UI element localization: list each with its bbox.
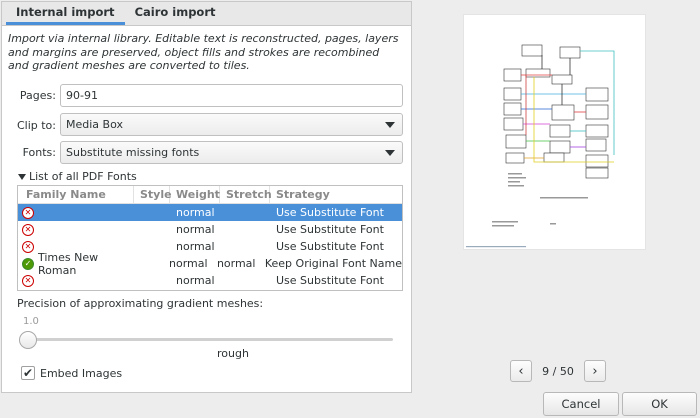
pdf-fonts-expander[interactable]: List of all PDF Fonts [18, 170, 137, 183]
column-header-style[interactable]: Style [134, 186, 172, 203]
pdf-fonts-expander-label: List of all PDF Fonts [29, 170, 137, 183]
fonts-label: Fonts: [22, 146, 56, 159]
precision-value: 1.0 [23, 316, 39, 327]
fonts-strategy-combo[interactable]: Substitute missing fonts [60, 141, 403, 164]
pdf-fonts-table: Family Name Style Weight Stretch Strateg… [17, 185, 403, 291]
font-weight-cell: normal [176, 206, 215, 219]
font-strategy-cell: Use Substitute Font [276, 274, 384, 287]
dropdown-arrow-icon [385, 122, 395, 128]
error-circle-icon: ✕ [22, 274, 34, 287]
font-weight-cell: normal [176, 223, 215, 236]
font-stretch-cell: normal [216, 257, 256, 270]
error-circle-icon: ✕ [22, 206, 34, 219]
clip-to-combo[interactable]: Media Box [60, 113, 403, 136]
pages-input[interactable]: 90-91 [60, 84, 403, 107]
page-indicator: 9 / 50 [542, 364, 574, 378]
font-strategy-cell: Use Substitute Font [276, 240, 384, 253]
clip-to-label: Clip to: [16, 119, 56, 132]
font-strategy-cell: Use Substitute Font [276, 206, 384, 219]
ok-button[interactable]: OK [622, 392, 697, 416]
tab-cairo-import[interactable]: Cairo import [125, 1, 226, 25]
font-weight-cell: normal [169, 257, 208, 270]
cancel-button[interactable]: Cancel [543, 392, 619, 416]
error-circle-icon: ✕ [22, 223, 34, 236]
fonts-strategy-value: Substitute missing fonts [66, 146, 200, 159]
precision-label: Precision of approximating gradient mesh… [17, 297, 264, 310]
import-tabs: Internal import Cairo import [2, 2, 411, 26]
font-weight-cell: normal [176, 274, 215, 287]
pages-label: Pages: [19, 89, 56, 102]
precision-slider-handle[interactable] [19, 331, 37, 349]
import-description: Import via internal library. Editable te… [8, 32, 399, 72]
checkmark-circle-icon: ✓ [22, 257, 34, 270]
page-pager: ‹ 9 / 50 › [510, 360, 606, 382]
checkmark-icon[interactable]: ✔ [21, 366, 35, 380]
font-strategy-cell: Keep Original Font Name [264, 257, 402, 270]
expander-triangle-icon [18, 173, 26, 180]
precision-slider-trough[interactable] [27, 338, 393, 341]
column-header-weight[interactable]: Weight [170, 186, 220, 203]
column-header-strategy[interactable]: Strategy [270, 186, 402, 203]
tab-internal-import[interactable]: Internal import [6, 1, 125, 25]
font-weight-cell: normal [176, 240, 215, 253]
chevron-left-icon[interactable]: ‹ [510, 360, 532, 382]
dropdown-arrow-icon [385, 150, 395, 156]
clip-to-value: Media Box [66, 118, 123, 131]
font-family-cell: Times New Roman [38, 250, 99, 277]
embed-images-label: Embed Images [40, 366, 123, 380]
table-row[interactable]: ✕ normal Use Substitute Font [18, 272, 402, 289]
precision-mark-rough: rough [217, 347, 249, 360]
table-header: Family Name Style Weight Stretch Strateg… [18, 186, 402, 204]
page-preview [463, 14, 646, 250]
chevron-right-icon[interactable]: › [584, 360, 606, 382]
embed-images-checkbox[interactable]: ✔ Embed Images [21, 366, 122, 380]
table-row[interactable]: ✕ normal Use Substitute Font [18, 221, 402, 238]
column-header-family[interactable]: Family Name [18, 186, 134, 203]
font-strategy-cell: Use Substitute Font [276, 223, 384, 236]
page-preview-thumbnail [466, 44, 615, 248]
table-row[interactable]: ✕ normal Use Substitute Font [18, 204, 402, 221]
column-header-stretch[interactable]: Stretch [220, 186, 272, 203]
table-row[interactable]: ✓ Times New Roman normal normal Keep Orig… [18, 251, 402, 277]
